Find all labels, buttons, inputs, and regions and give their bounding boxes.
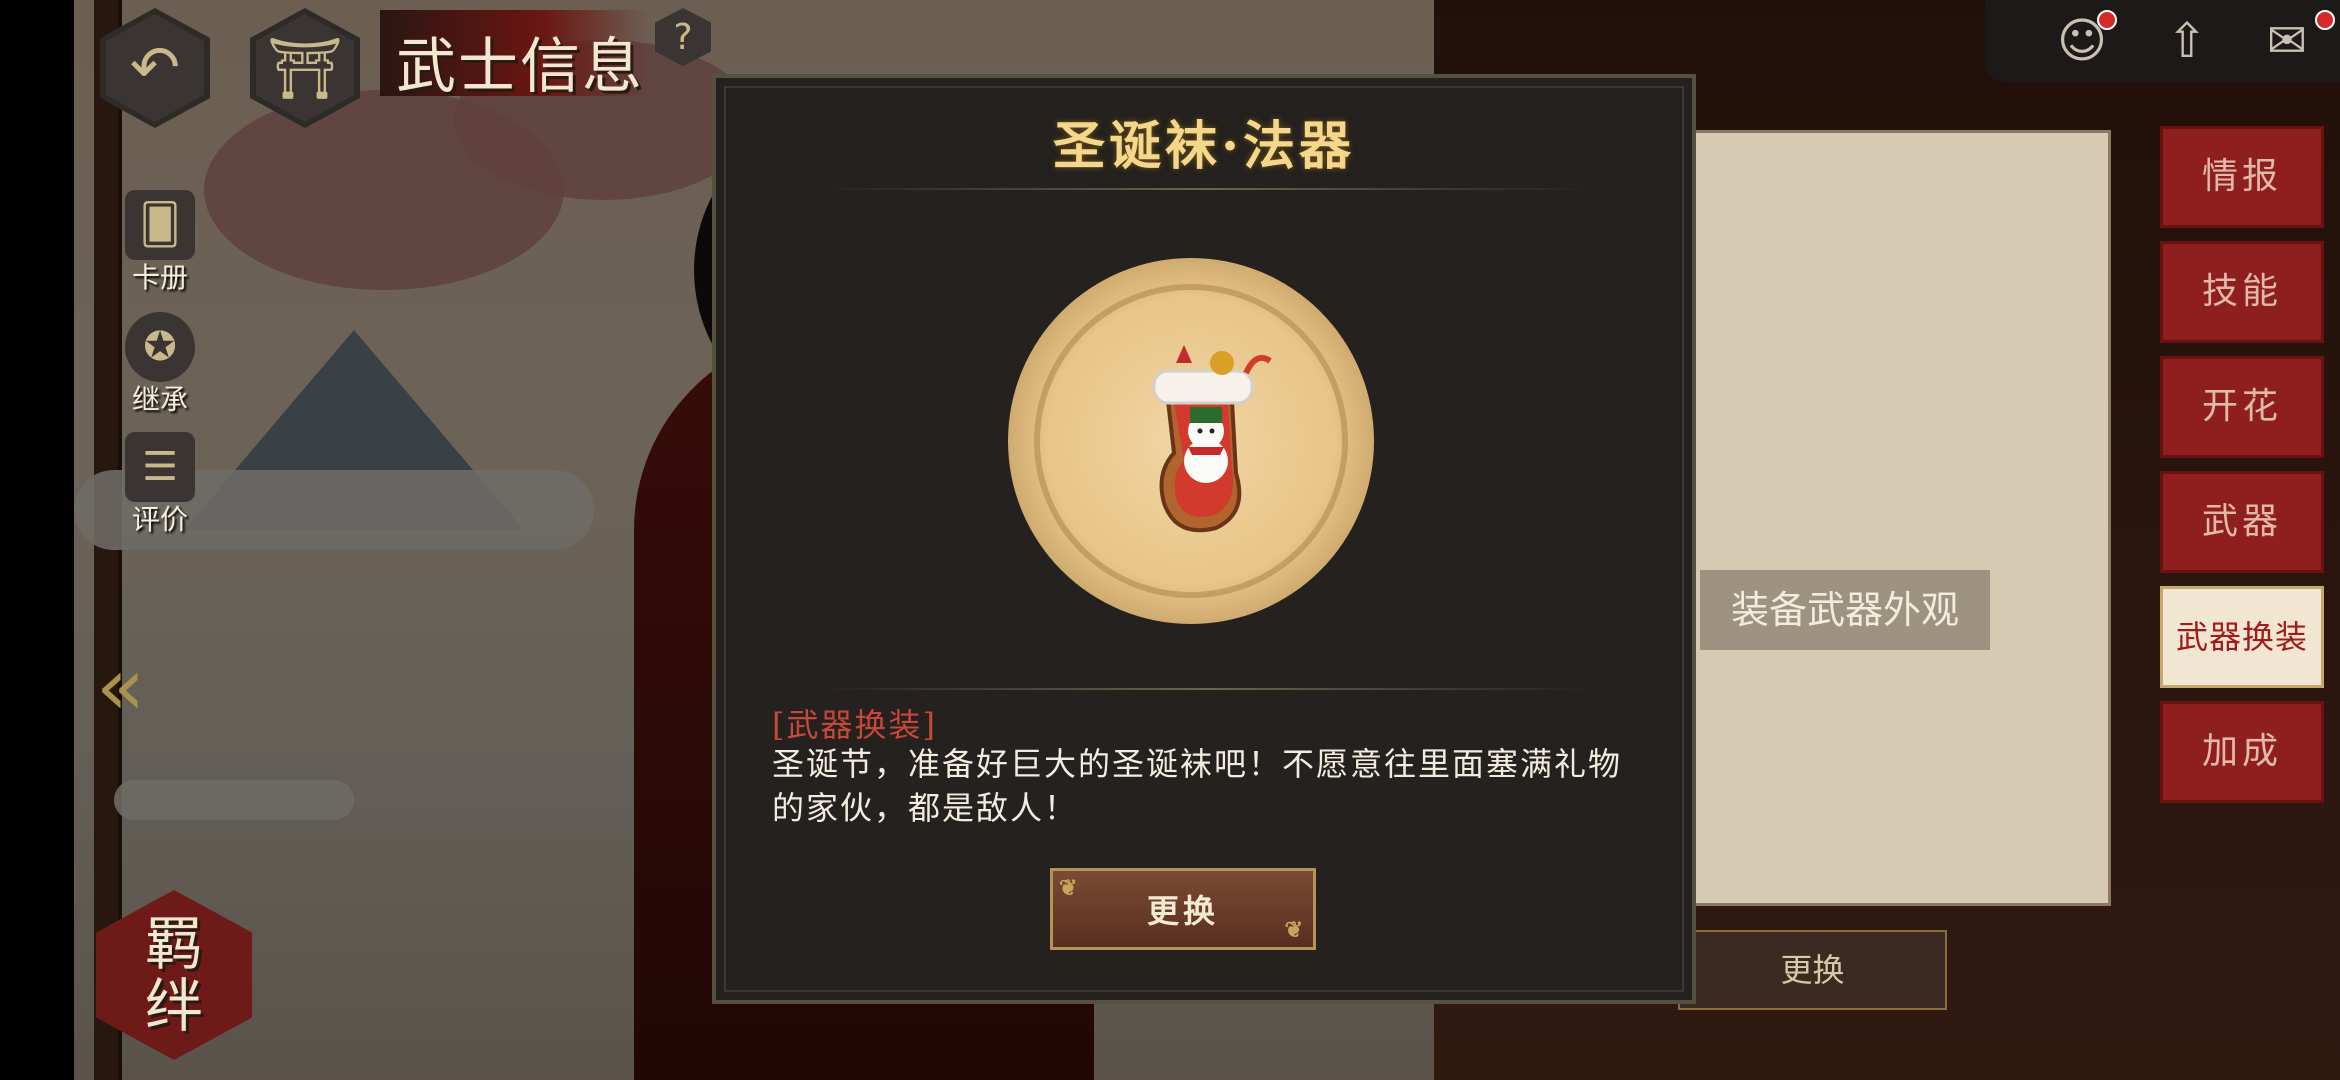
tab-bonus[interactable]: 加成	[2160, 701, 2324, 803]
inherit-star-icon: ✪	[125, 312, 195, 382]
sidebar-item-label: 评价	[131, 503, 188, 536]
sidebar-item-label: 卡册	[131, 261, 188, 294]
item-tag: [武器换装]	[772, 706, 937, 744]
tab-bloom[interactable]: 开花	[2160, 356, 2324, 458]
mail-icon[interactable]: ✉	[2255, 10, 2319, 72]
gate-home-icon: ⛩	[266, 33, 344, 104]
tab-info[interactable]: 情报	[2160, 126, 2324, 228]
sidebar-item-review[interactable]: ☰ 评价	[112, 432, 208, 538]
card-album-icon: 🂠	[125, 190, 195, 260]
corner-ornament-icon: ❦	[1284, 917, 1307, 943]
tab-weapon[interactable]: 武器	[2160, 471, 2324, 573]
tab-weapon-skin[interactable]: 武器换装	[2160, 586, 2324, 688]
bond-label: 羁	[144, 910, 203, 978]
panel-change-button[interactable]: 更换	[1678, 930, 1947, 1010]
sidebar-item-card-album[interactable]: 🂠 卡册	[112, 190, 208, 296]
divider	[816, 188, 1596, 190]
weapon-skin-panel	[1690, 130, 2111, 906]
notification-dot	[2097, 10, 2117, 30]
page-title: 武士信息	[396, 32, 644, 102]
review-list-icon: ☰	[125, 432, 195, 502]
notification-dot	[2315, 10, 2335, 30]
sidebar-item-label: 继承	[131, 383, 188, 416]
sidebar-item-inherit[interactable]: ✪ 继承	[112, 312, 208, 418]
back-arrow-icon: ↶	[129, 33, 181, 103]
item-description: 圣诞节，准备好巨大的圣诞袜吧！不愿意往里面塞满礼物的家伙，都是敌人！	[772, 745, 1623, 827]
tab-skills[interactable]: 技能	[2160, 241, 2324, 343]
change-button-label: 更换	[1146, 892, 1219, 930]
chevron-left-icon[interactable]: «	[96, 640, 145, 733]
top-right-bar: ☺ ⇧ ✉	[1985, 0, 2340, 82]
corner-ornament-icon: ❦	[1059, 875, 1082, 901]
equip-hint: 装备武器外观	[1700, 570, 1990, 650]
upgrade-arrow-icon[interactable]: ⇧	[2155, 10, 2219, 72]
item-detail-dialog: 圣诞袜·法器 [武器换装] 圣诞节，准备好巨大的圣诞袜吧！不愿意往里面塞满礼物的…	[712, 74, 1696, 1004]
dialog-title: 圣诞袜·法器	[1052, 116, 1356, 177]
divider	[816, 688, 1596, 690]
bond-label: 绊	[144, 972, 203, 1040]
change-button[interactable]: ❦ 更换 ❦	[1050, 868, 1316, 950]
christmas-stocking-icon	[1152, 345, 1272, 533]
